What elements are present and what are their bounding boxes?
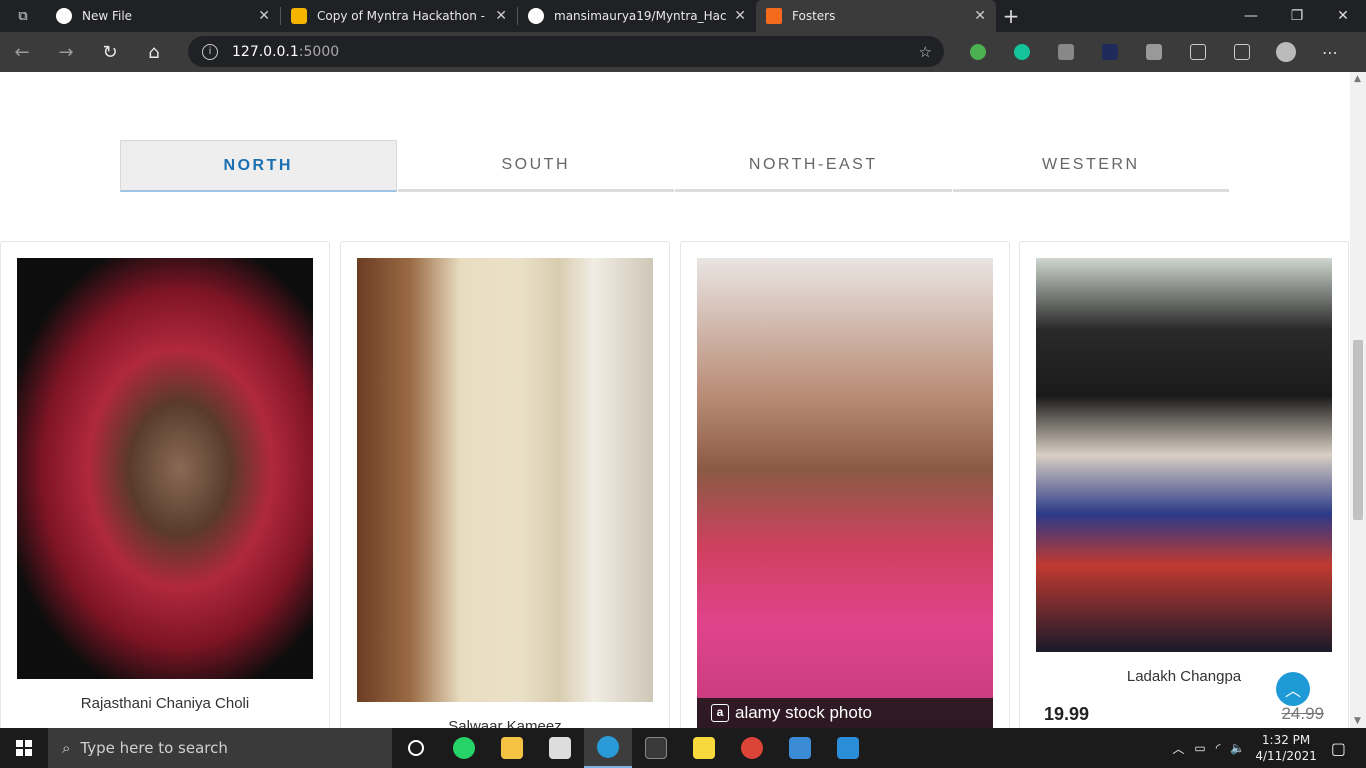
watermark: a alamy stock photo — [697, 698, 993, 728]
browser-toolbar: ← → ↻ ⌂ i 127.0.0.1:5000 ☆ ⋯ — [0, 32, 1366, 72]
tab-south[interactable]: SOUTH — [397, 140, 674, 192]
scroll-down-icon[interactable]: ▼ — [1354, 716, 1361, 726]
fosters-icon — [766, 8, 782, 24]
extensions-area: ⋯ — [956, 32, 1352, 72]
slides-icon — [291, 8, 307, 24]
product-name[interactable]: Rajasthani Chaniya Choli — [1, 695, 329, 712]
product-card[interactable]: Salwaar Kameez — [340, 241, 670, 728]
forward-icon[interactable]: → — [44, 42, 88, 63]
close-tab-icon[interactable]: ✕ — [258, 8, 270, 24]
window-controls: — ❐ ✕ — [1228, 0, 1366, 32]
home-icon[interactable]: ⌂ — [132, 42, 176, 63]
product-price: 19.99 — [1044, 704, 1090, 724]
close-tab-icon[interactable]: ✕ — [495, 8, 507, 24]
extension-dark-icon[interactable] — [1088, 44, 1132, 60]
chevron-up-icon: ︿ — [1284, 681, 1301, 700]
address-bar[interactable]: i 127.0.0.1:5000 ☆ — [188, 36, 944, 67]
file-explorer-icon[interactable] — [488, 728, 536, 768]
product-image[interactable]: a alamy stock photo — [697, 258, 993, 728]
browser-tab-bar: ⧉ New File ✕ Copy of Myntra Hackathon - … — [0, 0, 1366, 32]
scrollbar-thumb[interactable] — [1353, 340, 1363, 520]
grammarly-icon[interactable] — [1000, 44, 1044, 60]
page-content: NORTH SOUTH NORTH-EAST WESTERN Rajasthan… — [0, 72, 1350, 728]
refresh-icon[interactable]: ↻ — [88, 42, 132, 63]
windows-taskbar: ⌕ Type here to search ︿ ▭ ◜ 🔈 1:32 PM 4/… — [0, 728, 1366, 768]
url-port: :5000 — [298, 43, 340, 60]
product-image[interactable] — [17, 258, 313, 679]
new-tab-icon[interactable]: + — [996, 4, 1026, 28]
product-image[interactable] — [357, 258, 653, 702]
extension-copy-icon[interactable] — [1132, 44, 1176, 60]
tab-north-east[interactable]: NORTH-EAST — [675, 140, 952, 192]
product-card[interactable]: Rajasthani Chaniya Choli — [0, 241, 330, 728]
tab-actions-icon[interactable]: ⧉ — [0, 0, 46, 32]
url-host: 127.0.0.1 — [232, 43, 299, 60]
extension-r-icon[interactable] — [1044, 44, 1088, 60]
restore-icon[interactable]: ❐ — [1274, 0, 1320, 32]
back-to-top-button[interactable]: ︿ — [1276, 672, 1310, 706]
tab-fosters[interactable]: Fosters ✕ — [756, 0, 996, 32]
tab-western[interactable]: WESTERN — [952, 140, 1229, 192]
battery-icon[interactable]: ▭ — [1194, 741, 1205, 755]
profile-avatar-icon[interactable] — [1264, 42, 1308, 62]
mail-icon[interactable] — [776, 728, 824, 768]
microsoft-store-icon[interactable] — [536, 728, 584, 768]
region-tabs: NORTH SOUTH NORTH-EAST WESTERN — [120, 140, 1230, 192]
taskbar-search[interactable]: ⌕ Type here to search — [48, 728, 392, 768]
favorites-icon[interactable] — [1176, 44, 1220, 60]
alamy-logo-icon: a — [711, 704, 729, 722]
collections-icon[interactable] — [1220, 44, 1264, 60]
product-card[interactable]: Ladakh Changpa 19.99 24.99 — [1019, 241, 1349, 728]
back-icon[interactable]: ← — [0, 42, 44, 63]
vscode-icon[interactable] — [824, 728, 872, 768]
sticky-notes-icon[interactable] — [632, 728, 680, 768]
wifi-icon[interactable]: ◜ — [1216, 741, 1221, 755]
task-view-icon[interactable] — [392, 728, 440, 768]
close-tab-icon[interactable]: ✕ — [974, 8, 986, 24]
system-tray: ︿ ▭ ◜ 🔈 1:32 PM 4/11/2021 ▢ — [1172, 728, 1366, 768]
whatsapp-icon[interactable] — [440, 728, 488, 768]
github-icon — [56, 8, 72, 24]
sticky-note-yellow-icon[interactable] — [680, 728, 728, 768]
scroll-up-icon[interactable]: ▲ — [1354, 74, 1361, 84]
extension-globe-icon[interactable] — [956, 44, 1000, 60]
volume-icon[interactable]: 🔈 — [1230, 741, 1245, 755]
favorite-star-icon[interactable]: ☆ — [919, 43, 932, 61]
more-menu-icon[interactable]: ⋯ — [1308, 43, 1352, 62]
page-scrollbar[interactable]: ▲ ▼ — [1350, 72, 1366, 728]
windows-start-icon[interactable] — [0, 728, 48, 768]
close-tab-icon[interactable]: ✕ — [734, 8, 746, 24]
close-window-icon[interactable]: ✕ — [1320, 0, 1366, 32]
product-image[interactable] — [1036, 258, 1332, 652]
clock-time: 1:32 PM — [1261, 733, 1311, 747]
clock-date: 4/11/2021 — [1255, 749, 1317, 763]
minimize-icon[interactable]: — — [1228, 0, 1274, 32]
clock[interactable]: 1:32 PM 4/11/2021 — [1255, 732, 1317, 764]
tab-new-file[interactable]: New File ✕ — [46, 0, 280, 32]
site-info-icon[interactable]: i — [202, 43, 218, 60]
product-name[interactable]: Salwaar Kameez — [341, 718, 669, 728]
tray-chevron-icon[interactable]: ︿ — [1172, 740, 1184, 757]
product-card[interactable]: a alamy stock photo — [680, 241, 1010, 728]
tab-github-repo[interactable]: mansimaurya19/Myntra_Hackath ✕ — [518, 0, 756, 32]
product-original-price: 24.99 — [1281, 704, 1324, 723]
tab-north[interactable]: NORTH — [120, 140, 397, 192]
tab-myntra-slides[interactable]: Copy of Myntra Hackathon - Goo ✕ — [281, 0, 517, 32]
edge-icon[interactable] — [584, 728, 632, 768]
chrome-icon[interactable] — [728, 728, 776, 768]
search-icon: ⌕ — [62, 739, 71, 757]
notifications-icon[interactable]: ▢ — [1331, 739, 1346, 758]
github-icon — [528, 8, 544, 24]
